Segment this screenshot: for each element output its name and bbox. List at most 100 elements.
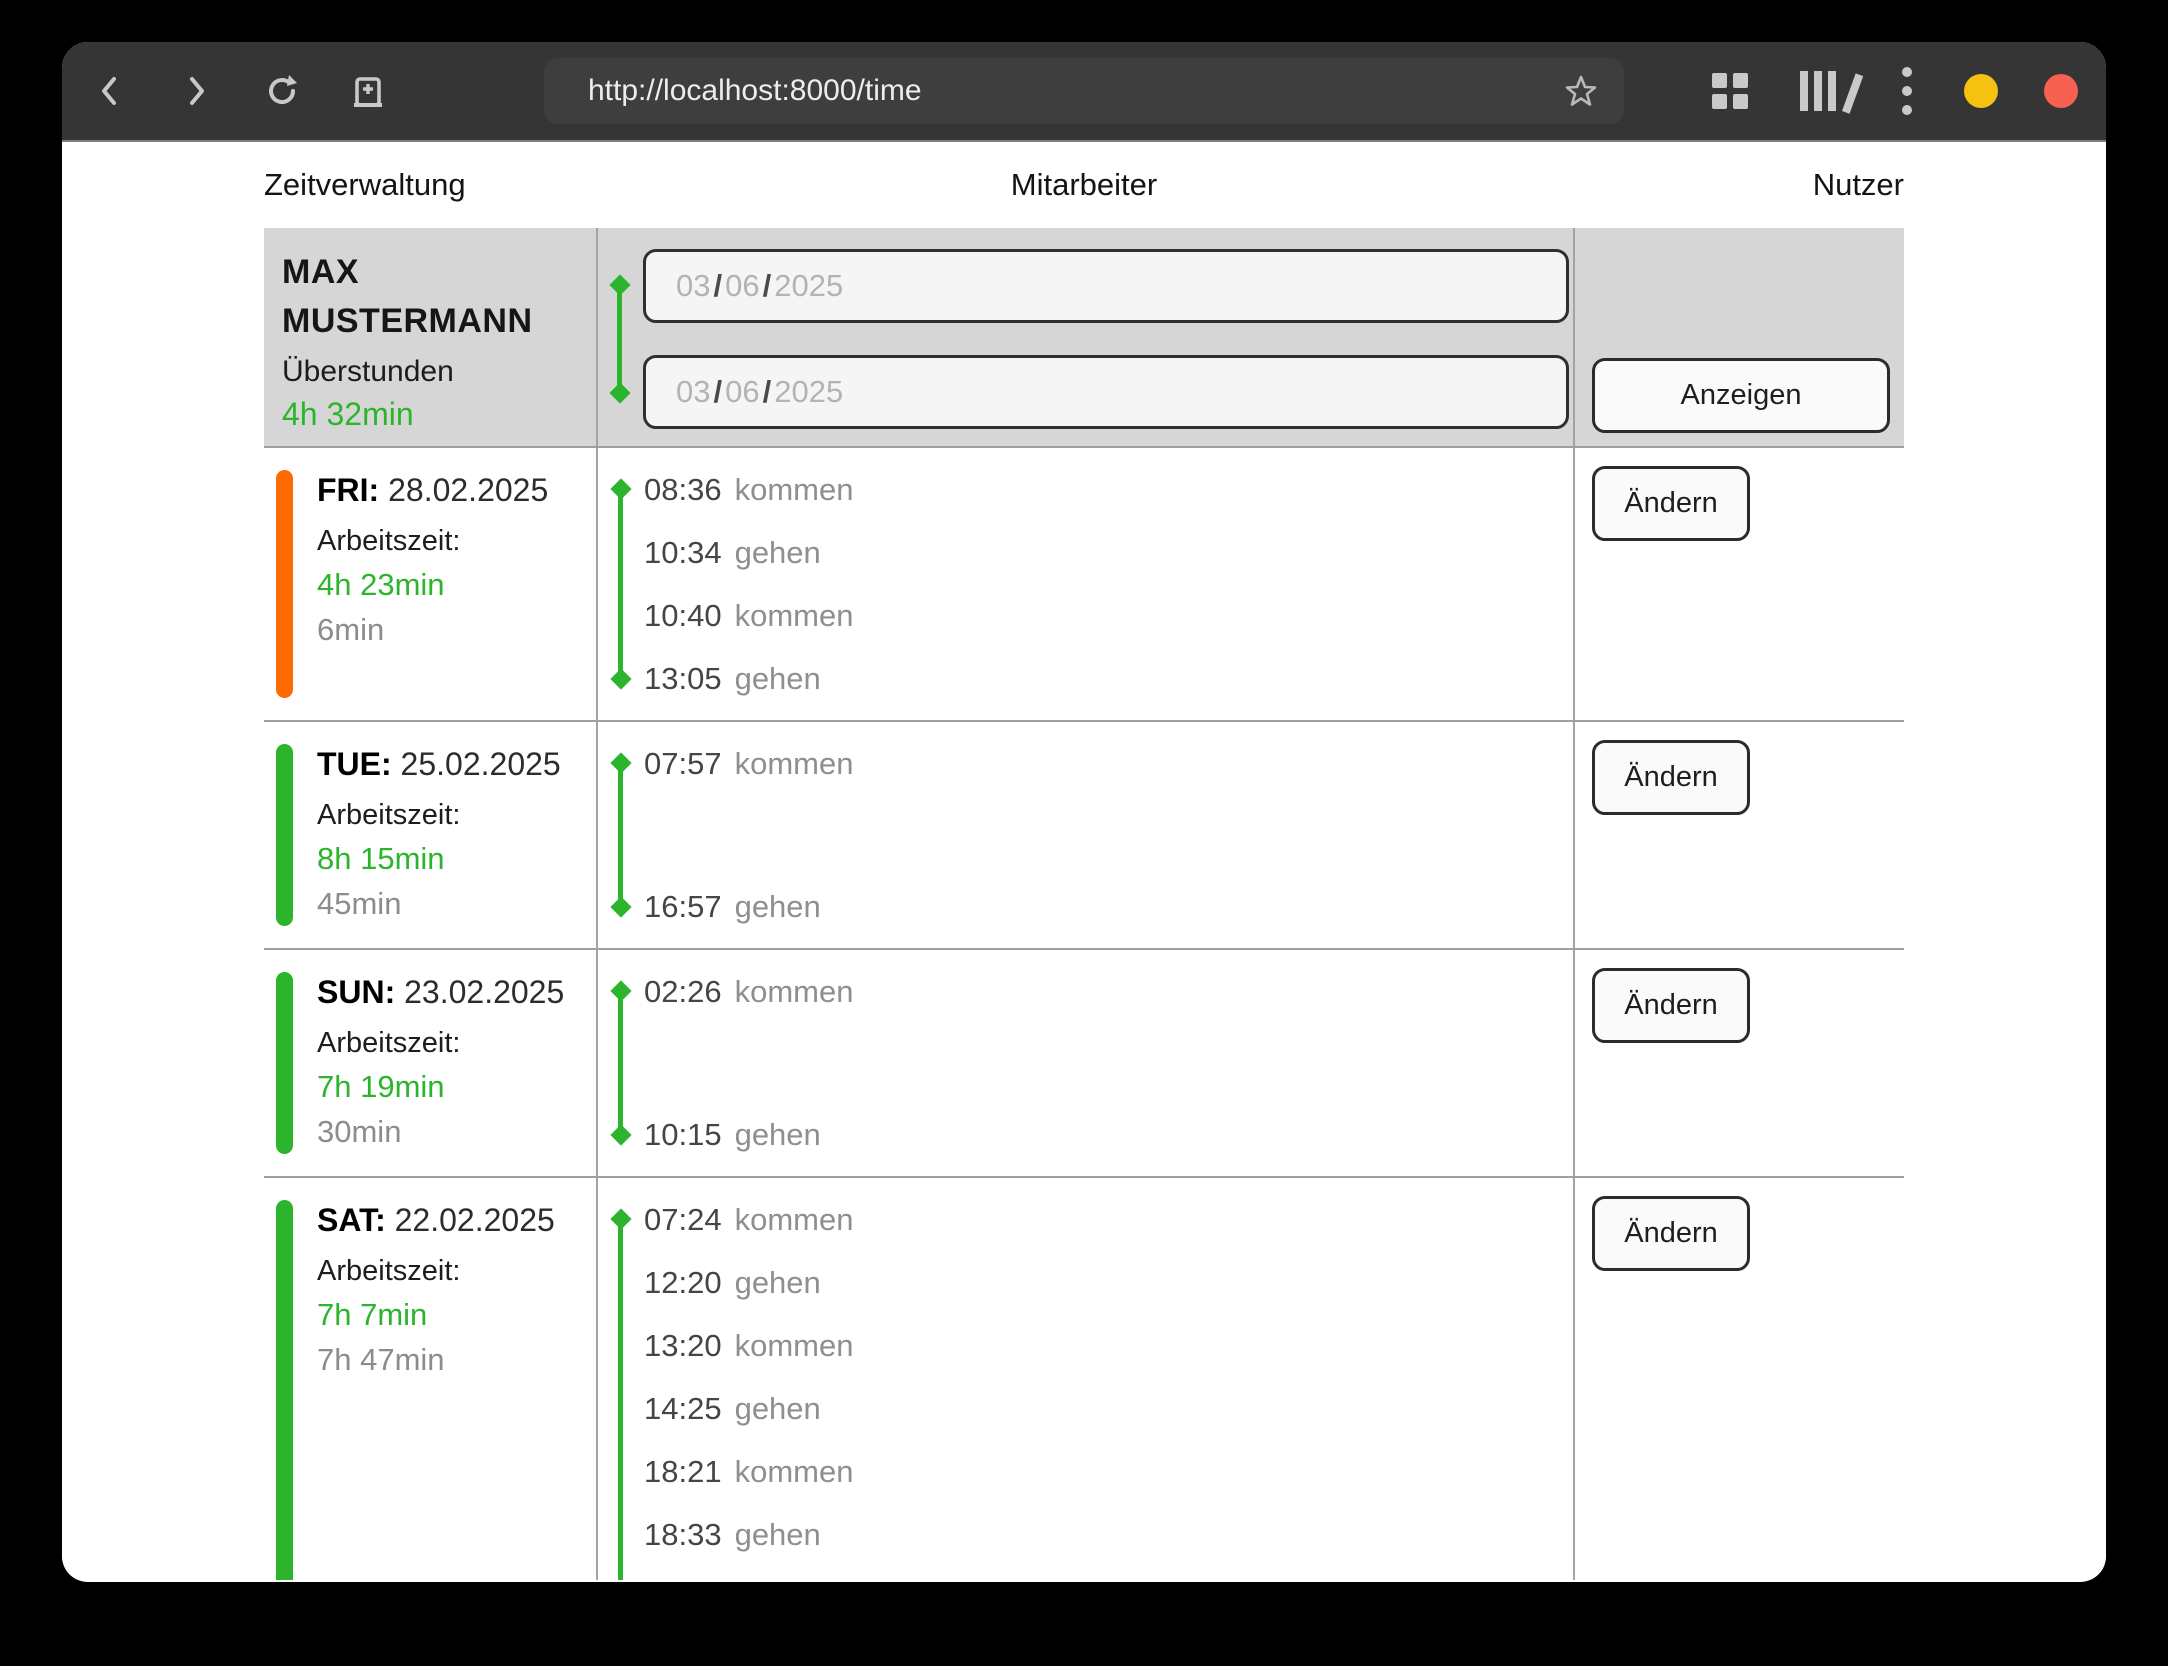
entry-time: 14:25 xyxy=(644,1391,722,1427)
date-to-input[interactable]: 03/06/2025 xyxy=(643,355,1569,429)
time-entries: 07:57 kommen 16:57 gehen xyxy=(596,722,1575,948)
toolbar-right-group xyxy=(1712,67,2078,115)
entry-kind: gehen xyxy=(735,889,821,925)
timeline xyxy=(618,1219,623,1580)
worktime-value: 7h 19min xyxy=(317,1069,596,1105)
date-range-timeline xyxy=(617,285,622,393)
row-action: Ändern xyxy=(1575,722,1904,948)
worktime-value: 4h 23min xyxy=(317,567,596,603)
close-button[interactable] xyxy=(2044,74,2078,108)
day-title: FRI: 28.02.2025 xyxy=(317,472,596,509)
entry-kind: gehen xyxy=(735,1517,821,1553)
day-summary: SAT: 22.02.2025 Arbeitszeit: 7h 7min 7h … xyxy=(264,1178,596,1580)
minimize-button[interactable] xyxy=(1964,74,1998,108)
worktime-label: Arbeitszeit: xyxy=(317,1255,596,1288)
browser-window: http://localhost:8000/time Zeitverwaltun… xyxy=(62,42,2106,1582)
day-title: TUE: 25.02.2025 xyxy=(317,746,596,783)
forward-icon[interactable] xyxy=(178,73,214,109)
time-entry: 07:24kommen xyxy=(644,1188,1573,1251)
new-tab-icon[interactable] xyxy=(350,73,386,109)
entry-kind: gehen xyxy=(735,1265,821,1301)
date-from-input[interactable]: 03/06/2025 xyxy=(643,249,1569,323)
entry-time: 13:05 xyxy=(644,661,722,697)
entry-time: 13:20 xyxy=(644,1328,722,1364)
time-entry: 12:20 gehen xyxy=(644,1251,1573,1314)
timeline xyxy=(618,763,623,907)
employee-info: MAX MUSTERMANN Überstunden 4h 32min xyxy=(264,228,596,446)
entry-kind: gehen xyxy=(735,661,821,697)
url-text[interactable]: http://localhost:8000/time xyxy=(588,74,1564,108)
day-summary: SUN: 23.02.2025 Arbeitszeit: 7h 19min 30… xyxy=(264,950,596,1176)
time-entry: 21:34kommen xyxy=(644,1566,1573,1580)
timeline xyxy=(618,489,623,679)
back-icon[interactable] xyxy=(92,73,128,109)
status-bar xyxy=(276,972,293,1154)
library-icon[interactable] xyxy=(1800,71,1850,111)
browser-toolbar: http://localhost:8000/time xyxy=(62,42,2106,142)
time-entry: 18:21 kommen xyxy=(644,1440,1573,1503)
status-bar xyxy=(276,470,293,698)
aendern-button[interactable]: Ändern xyxy=(1592,1196,1750,1271)
summary-panel: MAX MUSTERMANN Überstunden 4h 32min 03/0… xyxy=(264,228,1904,446)
entry-kind: gehen xyxy=(735,1391,821,1427)
reload-icon[interactable] xyxy=(264,73,300,109)
entry-time: 18:33 xyxy=(644,1517,722,1553)
aendern-button[interactable]: Ändern xyxy=(1592,740,1750,815)
row-action: Ändern xyxy=(1575,950,1904,1176)
entry-time: 07:57 xyxy=(644,746,722,782)
day-summary: TUE: 25.02.2025 Arbeitszeit: 8h 15min 45… xyxy=(264,722,596,948)
day-title: SAT: 22.02.2025 xyxy=(317,1202,596,1239)
tabs-overview-icon[interactable] xyxy=(1712,73,1748,109)
status-bar xyxy=(276,1200,293,1580)
date-filter: 03/06/2025 03/06/2025 xyxy=(596,228,1575,446)
day-row: TUE: 25.02.2025 Arbeitszeit: 8h 15min 45… xyxy=(264,720,1904,948)
filter-action: Anzeigen xyxy=(1575,228,1904,446)
nav-item-mitarbeiter[interactable]: Mitarbeiter xyxy=(264,167,1904,203)
aendern-button[interactable]: Ändern xyxy=(1592,968,1750,1043)
time-entry: 02:26 kommen xyxy=(644,960,1573,1023)
time-entry: 10:34 gehen xyxy=(644,521,1573,584)
pause-value: 7h 47min xyxy=(317,1342,596,1378)
entry-time: 02:26 xyxy=(644,974,722,1010)
address-bar[interactable]: http://localhost:8000/time xyxy=(544,58,1624,124)
entry-time: 12:20 xyxy=(644,1265,722,1301)
day-title: SUN: 23.02.2025 xyxy=(317,974,596,1011)
entry-time: 18:21 xyxy=(644,1454,722,1490)
entry-kind: kommen xyxy=(735,1454,854,1490)
entry-kind: kommen xyxy=(735,746,854,782)
day-summary: FRI: 28.02.2025 Arbeitszeit: 4h 23min 6m… xyxy=(264,448,596,720)
time-entry: 14:25 gehen xyxy=(644,1377,1573,1440)
worktime-label: Arbeitszeit: xyxy=(317,799,596,832)
bookmark-star-icon[interactable] xyxy=(1564,74,1598,108)
time-entry: 07:57 kommen xyxy=(644,732,1573,795)
time-entry: 10:40kommen xyxy=(644,584,1573,647)
entry-kind: kommen xyxy=(735,1202,854,1238)
worktime-value: 8h 15min xyxy=(317,841,596,877)
pause-value: 45min xyxy=(317,886,596,922)
status-bar xyxy=(276,744,293,926)
top-nav: Zeitverwaltung Mitarbeiter Nutzer xyxy=(264,142,1904,228)
time-entry: 13:05 gehen xyxy=(644,647,1573,710)
entry-time: 10:34 xyxy=(644,535,722,571)
day-rows: FRI: 28.02.2025 Arbeitszeit: 4h 23min 6m… xyxy=(264,446,1904,1580)
menu-kebab-icon[interactable] xyxy=(1902,67,1912,115)
entry-time: 16:57 xyxy=(644,889,722,925)
aendern-button[interactable]: Ändern xyxy=(1592,466,1750,541)
page-content: Zeitverwaltung Mitarbeiter Nutzer MAX MU… xyxy=(62,142,2106,1580)
timeline xyxy=(618,991,623,1135)
entry-kind: kommen xyxy=(735,974,854,1010)
entry-time: 10:15 xyxy=(644,1117,722,1153)
worktime-value: 7h 7min xyxy=(317,1297,596,1333)
pause-value: 6min xyxy=(317,612,596,648)
entry-kind: gehen xyxy=(735,535,821,571)
time-entry: 13:20 kommen xyxy=(644,1314,1573,1377)
time-entry: 10:15gehen xyxy=(644,1103,1573,1166)
time-entry: 18:33 gehen xyxy=(644,1503,1573,1566)
worktime-label: Arbeitszeit: xyxy=(317,1027,596,1060)
entry-kind: kommen xyxy=(735,1328,854,1364)
entry-time: 10:40 xyxy=(644,598,722,634)
pause-value: 30min xyxy=(317,1114,596,1150)
time-entry: 08:36kommen xyxy=(644,458,1573,521)
employee-name: MAX MUSTERMANN xyxy=(282,248,596,346)
anzeigen-button[interactable]: Anzeigen xyxy=(1592,358,1890,433)
